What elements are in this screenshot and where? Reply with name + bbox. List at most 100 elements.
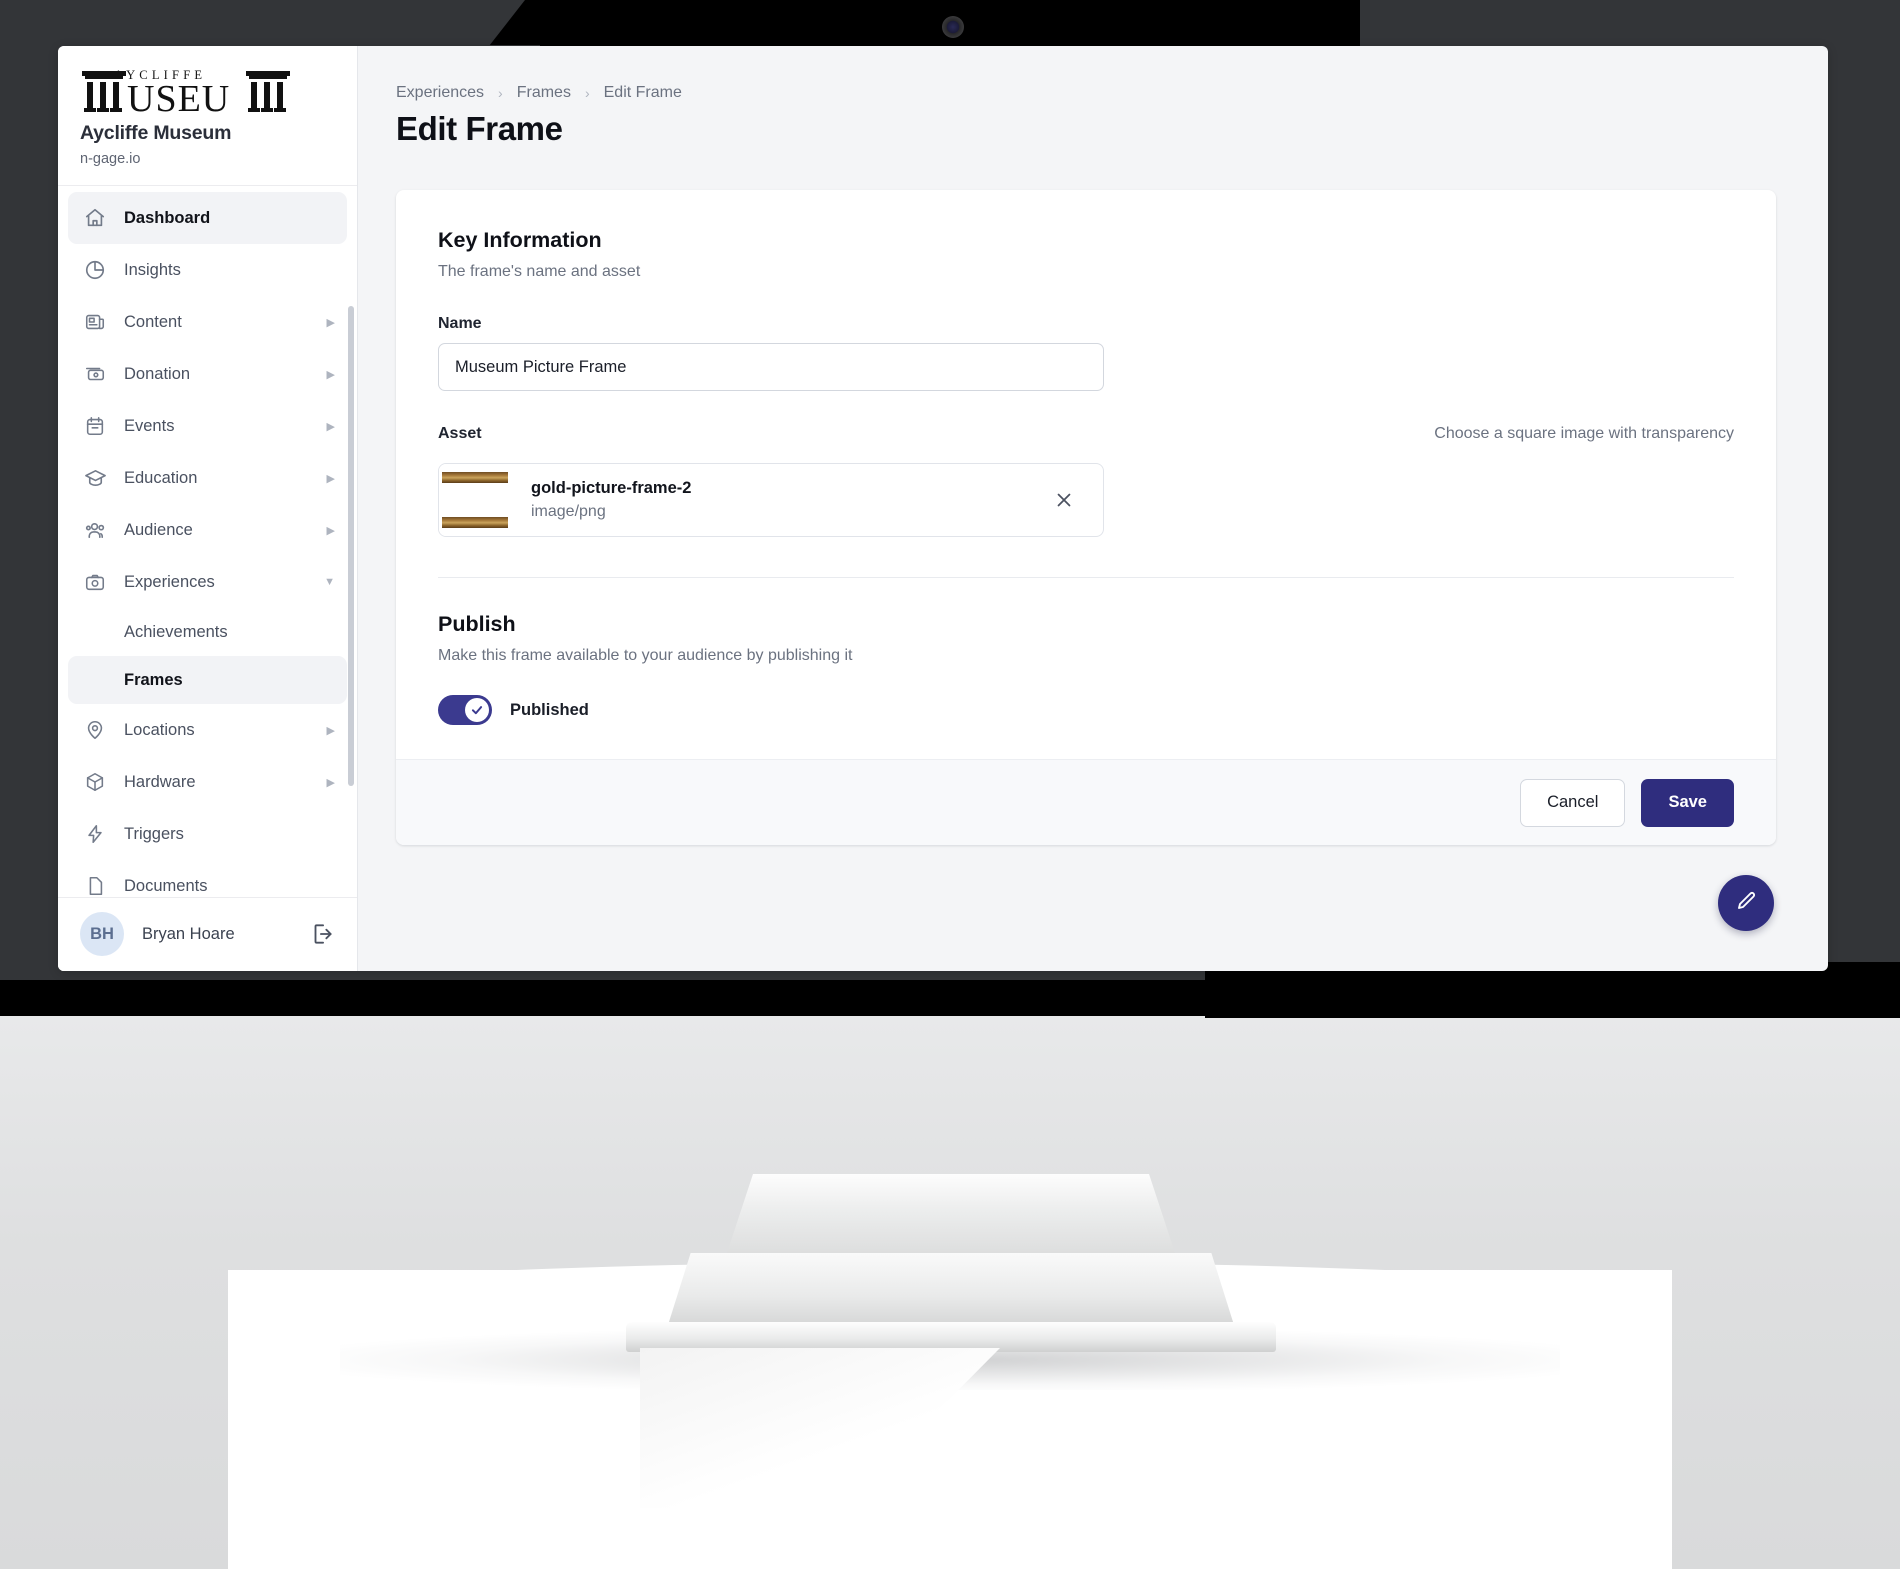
cube-icon <box>82 769 108 795</box>
sidebar-item-label: Donation <box>124 364 191 383</box>
sidebar-item-education[interactable]: Education ▶ <box>68 452 347 504</box>
sidebar-item-experiences[interactable]: Experiences ▼ <box>68 556 347 608</box>
home-icon <box>82 205 108 231</box>
published-toggle[interactable] <box>438 695 492 725</box>
sidebar-item-label: Experiences <box>124 572 215 591</box>
sidebar-item-dashboard[interactable]: Dashboard <box>68 192 347 244</box>
breadcrumb-separator: › <box>584 85 590 101</box>
museum-logo-icon: AYCLIFFE USEU <box>80 66 292 120</box>
chevron-right-icon: ▶ <box>326 472 335 485</box>
money-icon <box>82 361 108 387</box>
card-body: Key Information The frame's name and ass… <box>396 190 1776 759</box>
asset-header-row: Asset Choose a square image with transpa… <box>438 425 1734 453</box>
sidebar-item-content[interactable]: Content ▶ <box>68 296 347 348</box>
edit-frame-card: Key Information The frame's name and ass… <box>396 190 1776 845</box>
save-button[interactable]: Save <box>1641 778 1734 827</box>
sidebar-item-label: Documents <box>124 876 208 895</box>
device-mockup-scene: AYCLIFFE USEU Aycliffe Museum n-gage.io … <box>0 0 1900 1569</box>
chevron-right-icon: ▶ <box>326 776 335 789</box>
sidebar-item-label: Frames <box>124 670 183 689</box>
pie-chart-icon <box>82 257 108 283</box>
sidebar: AYCLIFFE USEU Aycliffe Museum n-gage.io … <box>58 46 358 971</box>
plinth-base <box>626 1322 1276 1352</box>
publish-title: Publish <box>438 612 516 636</box>
plinth-top <box>726 1174 1176 1256</box>
close-icon[interactable] <box>1047 483 1081 517</box>
user-bar: BH Bryan Hoare <box>58 896 357 971</box>
sidebar-item-hardware[interactable]: Hardware ▶ <box>68 756 347 808</box>
chevron-right-icon: ▶ <box>326 368 335 381</box>
published-toggle-label: Published <box>510 700 589 719</box>
asset-label: Asset <box>438 425 482 442</box>
camera-icon <box>82 569 108 595</box>
people-icon <box>82 517 108 543</box>
sidebar-item-frames[interactable]: Frames <box>68 656 347 704</box>
name-input[interactable] <box>438 343 1104 391</box>
sidebar-item-locations[interactable]: Locations ▶ <box>68 704 347 756</box>
sidebar-item-achievements[interactable]: Achievements <box>68 608 347 656</box>
key-information-subtitle: The frame's name and asset <box>438 263 641 280</box>
breadcrumb-separator: › <box>498 85 503 101</box>
breadcrumb-item-frames[interactable]: Frames <box>517 84 571 102</box>
sidebar-item-label: Dashboard <box>124 208 211 227</box>
sidebar-item-label: Locations <box>124 720 195 739</box>
asset-file-type: image/png <box>531 503 606 520</box>
asset-hint: Choose a square image with transparency <box>1434 425 1734 442</box>
check-icon <box>465 698 489 722</box>
publish-toggle-row: Published <box>438 695 1734 725</box>
bezel-bottom-left <box>0 980 1210 1016</box>
document-icon <box>82 873 108 897</box>
brand-block: AYCLIFFE USEU Aycliffe Museum n-gage.io <box>58 46 357 186</box>
avatar: BH <box>80 912 124 957</box>
edit-fab-button[interactable] <box>1718 875 1774 931</box>
user-name: Bryan Hoare <box>142 924 235 943</box>
sidebar-item-label: Achievements <box>124 622 228 641</box>
sidebar-nav: Dashboard Insights Content ▶ Donation ▶ … <box>58 186 357 897</box>
sidebar-item-donation[interactable]: Donation ▶ <box>68 348 347 400</box>
webcam-icon <box>942 16 964 38</box>
sidebar-item-triggers[interactable]: Triggers <box>68 808 347 860</box>
frame-bar-top <box>442 472 508 483</box>
breadcrumb-item-experiences[interactable]: Experiences <box>396 84 484 102</box>
frame-bar-bottom <box>442 517 508 528</box>
main-content: Experiences › Frames › Edit Frame Edit F… <box>358 46 1828 971</box>
publish-subtitle: Make this frame available to your audien… <box>438 647 853 664</box>
logout-icon[interactable] <box>309 921 335 947</box>
sidebar-item-label: Triggers <box>124 824 184 843</box>
calendar-icon <box>82 413 108 439</box>
breadcrumb-item-edit-frame: Edit Frame <box>603 84 682 101</box>
pencil-icon <box>1734 889 1758 918</box>
cancel-button[interactable]: Cancel <box>1520 778 1626 827</box>
gold-picture-frame-thumbnail <box>439 464 511 536</box>
key-information-title: Key Information <box>438 228 602 252</box>
news-icon <box>82 309 108 335</box>
chevron-right-icon: ▶ <box>326 316 335 329</box>
sidebar-item-insights[interactable]: Insights <box>68 244 347 296</box>
app-window: AYCLIFFE USEU Aycliffe Museum n-gage.io … <box>58 46 1828 971</box>
asset-box[interactable]: gold-picture-frame-2 image/png <box>438 463 1104 537</box>
graduation-icon <box>82 465 108 491</box>
asset-file-name: gold-picture-frame-2 <box>531 479 692 497</box>
svg-text:USEU: USEU <box>127 78 230 116</box>
sidebar-item-audience[interactable]: Audience ▶ <box>68 504 347 556</box>
bolt-icon <box>82 821 108 847</box>
pin-icon <box>82 717 108 743</box>
sidebar-item-label: Events <box>124 416 175 435</box>
sidebar-item-label: Audience <box>124 520 193 539</box>
chevron-right-icon: ▶ <box>326 724 335 737</box>
sidebar-scrollbar[interactable] <box>348 306 354 786</box>
card-footer: Cancel Save <box>396 759 1776 845</box>
sidebar-item-label: Content <box>124 312 182 331</box>
asset-meta: gold-picture-frame-2 image/png <box>531 479 1047 521</box>
chevron-down-icon: ▼ <box>324 576 335 588</box>
sidebar-item-documents[interactable]: Documents <box>68 860 347 897</box>
brand-name: Aycliffe Museum <box>80 122 232 144</box>
sidebar-item-label: Education <box>124 468 198 487</box>
chevron-right-icon: ▶ <box>326 420 335 433</box>
chevron-right-icon: ▶ <box>326 524 335 537</box>
plinth-mid <box>668 1253 1234 1325</box>
bezel-notch <box>0 0 560 40</box>
sidebar-item-events[interactable]: Events ▶ <box>68 400 347 452</box>
sidebar-item-label: Hardware <box>124 772 196 791</box>
name-label: Name <box>438 315 482 332</box>
